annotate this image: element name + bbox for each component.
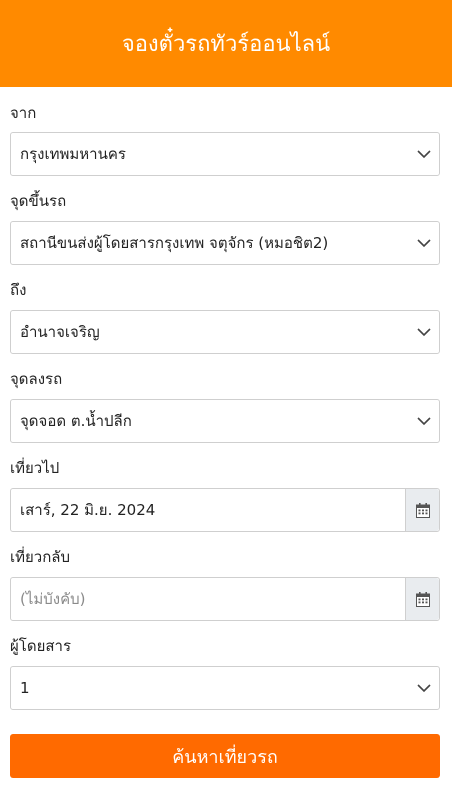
return-label: เที่ยวกลับ [10,548,71,566]
pickup-value: สถานีขนส่งผู้โดยสารกรุงเทพ จตุจักร (หมอช… [20,234,329,252]
chevron-down-icon [409,149,439,159]
chevron-down-icon [409,416,439,426]
depart-date-input[interactable]: เสาร์, 22 มิ.ย. 2024 [10,488,440,532]
passengers-value: 1 [20,679,30,697]
chevron-down-icon [409,238,439,248]
pickup-label: จุดขึ้นรถ [10,192,67,210]
origin-select[interactable]: กรุงเทพมหานคร [10,132,440,176]
origin-value: กรุงเทพมหานคร [20,145,126,163]
page-title: จองตั๋วรถทัวร์ออนไลน์ [121,32,331,57]
passengers-select[interactable]: 1 [10,666,440,710]
calendar-icon[interactable] [405,578,439,620]
dropoff-value: จุดจอด ต.น้ำปลีก [20,412,132,430]
destination-select[interactable]: อำนาจเจริญ [10,310,440,354]
destination-value: อำนาจเจริญ [20,323,100,341]
app-header: จองตั๋วรถทัวร์ออนไลน์ [0,0,452,87]
return-date-input[interactable]: (ไม่บังคับ) [10,577,440,621]
depart-label: เที่ยวไป [10,459,60,477]
passengers-label: ผู้โดยสาร [10,637,72,655]
destination-label: ถึง [10,281,27,299]
return-date-placeholder: (ไม่บังคับ) [20,590,86,608]
booking-form: จาก กรุงเทพมหานคร จุดขึ้นรถ สถานีขนส่งผู… [0,87,452,778]
dropoff-label: จุดลงรถ [10,370,63,388]
dropoff-select[interactable]: จุดจอด ต.น้ำปลีก [10,399,440,443]
pickup-select[interactable]: สถานีขนส่งผู้โดยสารกรุงเทพ จตุจักร (หมอช… [10,221,440,265]
origin-label: จาก [10,104,37,122]
depart-date-value: เสาร์, 22 มิ.ย. 2024 [20,501,156,519]
chevron-down-icon [409,327,439,337]
search-trips-button[interactable]: ค้นหาเที่ยวรถ [10,734,440,778]
chevron-down-icon [409,683,439,693]
calendar-icon[interactable] [405,489,439,531]
